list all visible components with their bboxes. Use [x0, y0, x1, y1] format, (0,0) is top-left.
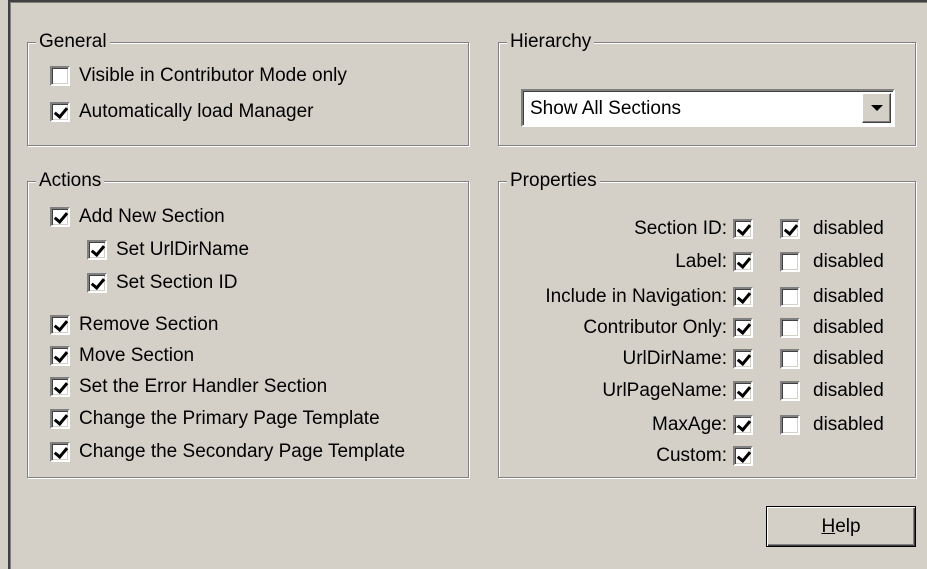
- visible-contributor-option[interactable]: Visible in Contributor Mode only: [50, 65, 347, 87]
- action-secondary-template[interactable]: Change the Secondary Page Template: [50, 441, 405, 463]
- property-checkbox[interactable]: [733, 287, 753, 307]
- disabled-checkbox[interactable]: [780, 415, 800, 435]
- property-disabled-option[interactable]: disabled: [780, 379, 884, 403]
- hierarchy-group: Hierarchy Show All Sections: [498, 30, 916, 146]
- visible-contributor-checkbox[interactable]: [50, 66, 70, 86]
- property-label: UrlDirName:: [622, 348, 728, 369]
- general-group: General Visible in Contributor Mode only…: [27, 30, 469, 146]
- action-set-urldirname[interactable]: Set UrlDirName: [87, 239, 249, 261]
- action-move-section[interactable]: Move Section: [50, 345, 194, 367]
- action-label: Set the Error Handler Section: [79, 376, 328, 397]
- property-label: Include in Navigation:: [545, 286, 727, 307]
- property-disabled-option[interactable]: disabled: [780, 347, 884, 371]
- property-checkbox[interactable]: [733, 318, 753, 338]
- action-label: Add New Section: [79, 206, 225, 227]
- hierarchy-select[interactable]: Show All Sections: [521, 89, 895, 127]
- property-disabled-option[interactable]: disabled: [780, 285, 884, 309]
- auto-load-manager-option[interactable]: Automatically load Manager: [50, 101, 313, 123]
- auto-load-manager-label: Automatically load Manager: [79, 101, 314, 122]
- action-set-section-id[interactable]: Set Section ID: [87, 272, 237, 294]
- property-label: MaxAge:: [652, 414, 727, 435]
- disabled-label: disabled: [813, 414, 884, 435]
- action-primary-template[interactable]: Change the Primary Page Template: [50, 408, 380, 430]
- disabled-checkbox[interactable]: [780, 287, 800, 307]
- action-checkbox[interactable]: [87, 273, 107, 293]
- action-label: Change the Secondary Page Template: [79, 441, 406, 462]
- disabled-checkbox[interactable]: [780, 252, 800, 272]
- property-checkbox[interactable]: [733, 219, 753, 239]
- property-disabled-option[interactable]: disabled: [780, 250, 884, 274]
- property-checkbox[interactable]: [733, 446, 753, 466]
- disabled-label: disabled: [813, 286, 884, 307]
- property-disabled-option[interactable]: disabled: [780, 217, 884, 241]
- hierarchy-legend: Hierarchy: [507, 30, 595, 54]
- property-checkbox[interactable]: [733, 252, 753, 272]
- action-checkbox[interactable]: [50, 442, 70, 462]
- action-label: Set Section ID: [116, 272, 238, 293]
- property-checkbox[interactable]: [733, 381, 753, 401]
- disabled-label: disabled: [813, 317, 884, 338]
- properties-group: Properties Section ID: disabled Label: d…: [498, 169, 916, 478]
- property-label: Custom:: [656, 445, 727, 466]
- action-label: Remove Section: [79, 314, 219, 335]
- action-checkbox[interactable]: [87, 240, 107, 260]
- help-label: elp: [835, 515, 861, 537]
- disabled-checkbox[interactable]: [780, 318, 800, 338]
- disabled-label: disabled: [813, 251, 884, 272]
- general-legend: General: [36, 30, 110, 54]
- auto-load-manager-checkbox[interactable]: [50, 102, 70, 122]
- action-remove-section[interactable]: Remove Section: [50, 314, 218, 336]
- action-label: Move Section: [79, 345, 195, 366]
- action-label: Set UrlDirName: [116, 239, 250, 260]
- actions-group: Actions Add New Section Set UrlDirName S…: [27, 169, 469, 478]
- disabled-checkbox[interactable]: [780, 349, 800, 369]
- property-checkbox[interactable]: [733, 349, 753, 369]
- property-checkbox[interactable]: [733, 415, 753, 435]
- property-label: UrlPageName:: [602, 380, 727, 401]
- action-checkbox[interactable]: [50, 409, 70, 429]
- disabled-label: disabled: [813, 380, 884, 401]
- property-label: Label:: [675, 251, 727, 272]
- hierarchy-selected-value: Show All Sections: [530, 98, 682, 119]
- visible-contributor-label: Visible in Contributor Mode only: [79, 65, 347, 86]
- help-button[interactable]: Help: [766, 506, 916, 547]
- action-label: Change the Primary Page Template: [79, 408, 380, 429]
- action-checkbox[interactable]: [50, 207, 70, 227]
- action-checkbox[interactable]: [50, 377, 70, 397]
- property-label: Contributor Only:: [583, 317, 727, 338]
- chevron-down-icon[interactable]: [862, 93, 891, 123]
- property-label: Section ID:: [634, 218, 727, 239]
- action-error-handler[interactable]: Set the Error Handler Section: [50, 376, 327, 398]
- actions-legend: Actions: [36, 169, 105, 193]
- property-disabled-option[interactable]: disabled: [780, 413, 884, 437]
- property-disabled-option[interactable]: disabled: [780, 316, 884, 340]
- disabled-checkbox[interactable]: [780, 219, 800, 239]
- action-checkbox[interactable]: [50, 315, 70, 335]
- disabled-checkbox[interactable]: [780, 381, 800, 401]
- action-add-new-section[interactable]: Add New Section: [50, 206, 225, 228]
- action-checkbox[interactable]: [50, 346, 70, 366]
- disabled-label: disabled: [813, 218, 884, 239]
- help-mnemonic: H: [821, 515, 836, 537]
- properties-legend: Properties: [507, 169, 600, 193]
- disabled-label: disabled: [813, 348, 884, 369]
